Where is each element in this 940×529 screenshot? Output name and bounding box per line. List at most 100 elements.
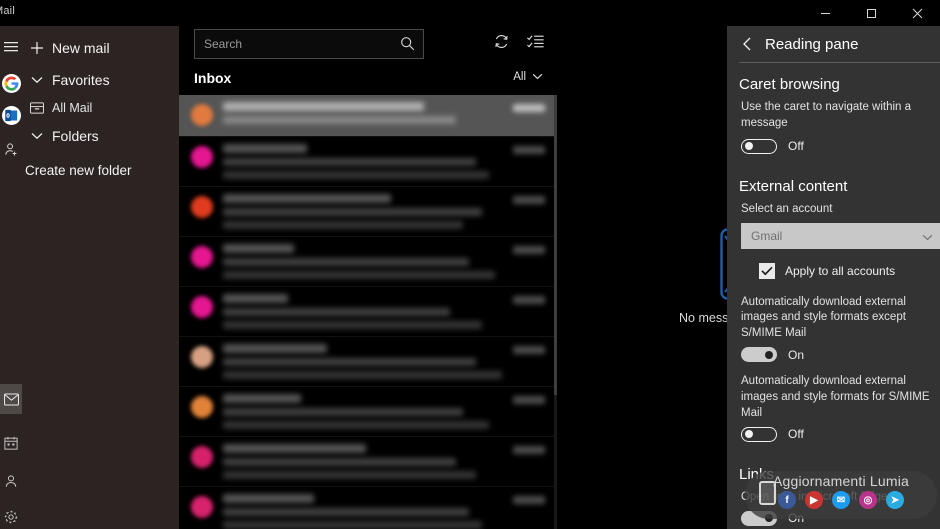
message-list-item[interactable] [179,137,557,187]
message-subj-redacted [223,458,457,466]
apply-to-all-accounts-label: Apply to all accounts [785,263,896,278]
message-prev-redacted [223,471,476,479]
avatar [191,296,213,318]
message-list[interactable] [179,95,557,529]
message-sender-redacted [223,294,288,303]
add-account-button[interactable] [0,134,22,164]
message-body [223,244,547,279]
message-list-item[interactable] [179,337,557,387]
message-list-item[interactable] [179,387,557,437]
people-icon [4,474,18,488]
message-filter-dropdown[interactable]: All [513,71,543,83]
sync-button[interactable] [489,32,513,56]
message-sender-redacted [223,444,366,453]
twitter-icon: ✉ [832,491,850,509]
message-timestamp-redacted [513,296,545,304]
avatar [191,246,213,268]
message-subj-redacted [223,308,450,316]
all-mail-label: All Mail [52,101,93,115]
message-timestamp-redacted [513,496,545,504]
message-list-column: Search Inbox All [179,0,557,529]
outlook-avatar [1,105,21,125]
message-list-item[interactable] [179,487,557,529]
minimize-button[interactable] [802,0,848,26]
favorites-label: Favorites [52,72,110,88]
create-new-folder-button[interactable]: Create new folder [22,157,179,183]
phone-icon [759,481,776,505]
message-timestamp-redacted [513,446,545,454]
message-list-item[interactable] [179,187,557,237]
selection-mode-button[interactable] [523,32,547,56]
new-mail-label: New mail [52,40,110,56]
instagram-icon: ◎ [859,491,877,509]
message-body [223,194,547,229]
message-subj-redacted [223,358,476,366]
nav-item-favorites[interactable]: Favorites [22,66,179,94]
nav-item-folders[interactable]: Folders [22,122,179,150]
header-divider [739,62,940,63]
sidebar-item-mail[interactable] [0,384,22,414]
smime-download-state: Off [788,427,804,442]
message-subj-redacted [223,116,457,124]
title-bar: Mail [0,0,940,26]
sidebar-item-settings[interactable] [0,502,22,529]
account-avatar-outlook[interactable] [0,100,22,130]
auto-download-label: Automatically download external images a… [741,295,906,340]
settings-title: Reading pane [765,35,859,53]
avatar [191,196,213,218]
checkbox-box [759,262,775,279]
message-list-item[interactable] [179,287,557,337]
message-list-scrollbar[interactable] [554,95,557,529]
message-sender-redacted [223,344,327,353]
chevron-down-icon [22,76,52,84]
back-button[interactable] [739,36,755,52]
message-prev-redacted [223,221,463,229]
message-subj-redacted [223,258,470,266]
caret-browsing-toggle[interactable]: Off [727,138,940,154]
message-subj-redacted [223,158,476,166]
chevron-down-icon-folders [22,132,52,140]
message-timestamp-redacted [513,346,545,354]
close-button[interactable] [894,0,940,26]
toggle-switch-on [741,347,777,363]
smime-download-toggle[interactable]: Off [727,426,940,442]
message-sender-redacted [223,102,424,111]
gear-icon [4,510,18,524]
toggle-switch-off-smime [741,426,777,442]
mail-icon [3,392,19,406]
inbox-title: Inbox [194,70,232,86]
new-mail-button[interactable]: New mail [22,32,179,64]
chevron-down-icon-account [922,230,933,244]
message-prev-redacted [223,271,496,279]
message-sender-redacted [223,194,392,203]
account-select[interactable]: Gmail [741,222,940,249]
watermark-social-icons: f ▶ ✉ ◎ ➤ [778,491,904,509]
message-body [223,344,547,379]
avatar [191,104,213,126]
account-avatar-google[interactable] [0,68,22,98]
chevron-down-icon-filter [532,71,543,83]
navigation-pane: New mail Favorites All Mail Folders Crea… [22,0,179,529]
settings-header: Reading pane [727,26,940,62]
caret-toggle-state: Off [788,139,804,154]
hamburger-menu-button[interactable] [0,32,22,62]
all-mail-icon [22,102,52,114]
settings-body: Caret browsing Use the caret to navigate… [727,62,940,526]
apply-to-all-accounts-checkbox[interactable]: Apply to all accounts [727,262,940,279]
maximize-button[interactable] [848,0,894,26]
message-body [223,444,547,479]
search-input[interactable]: Search [194,29,424,59]
auto-download-toggle[interactable]: On [727,347,940,363]
message-list-item[interactable] [179,437,557,487]
sidebar-item-calendar[interactable] [0,428,22,458]
watermark-overlay: Aggiornamenti Lumia f ▶ ✉ ◎ ➤ [745,471,937,519]
message-timestamp-redacted [513,104,545,112]
message-prev-redacted [223,371,502,379]
message-list-item[interactable] [179,237,557,287]
sidebar-item-people[interactable] [0,466,22,496]
message-list-item[interactable] [179,95,557,137]
message-subj-redacted [223,408,463,416]
filter-label: All [513,71,526,83]
mail-app-window: Mail [0,0,940,529]
nav-item-all-mail[interactable]: All Mail [22,95,179,121]
